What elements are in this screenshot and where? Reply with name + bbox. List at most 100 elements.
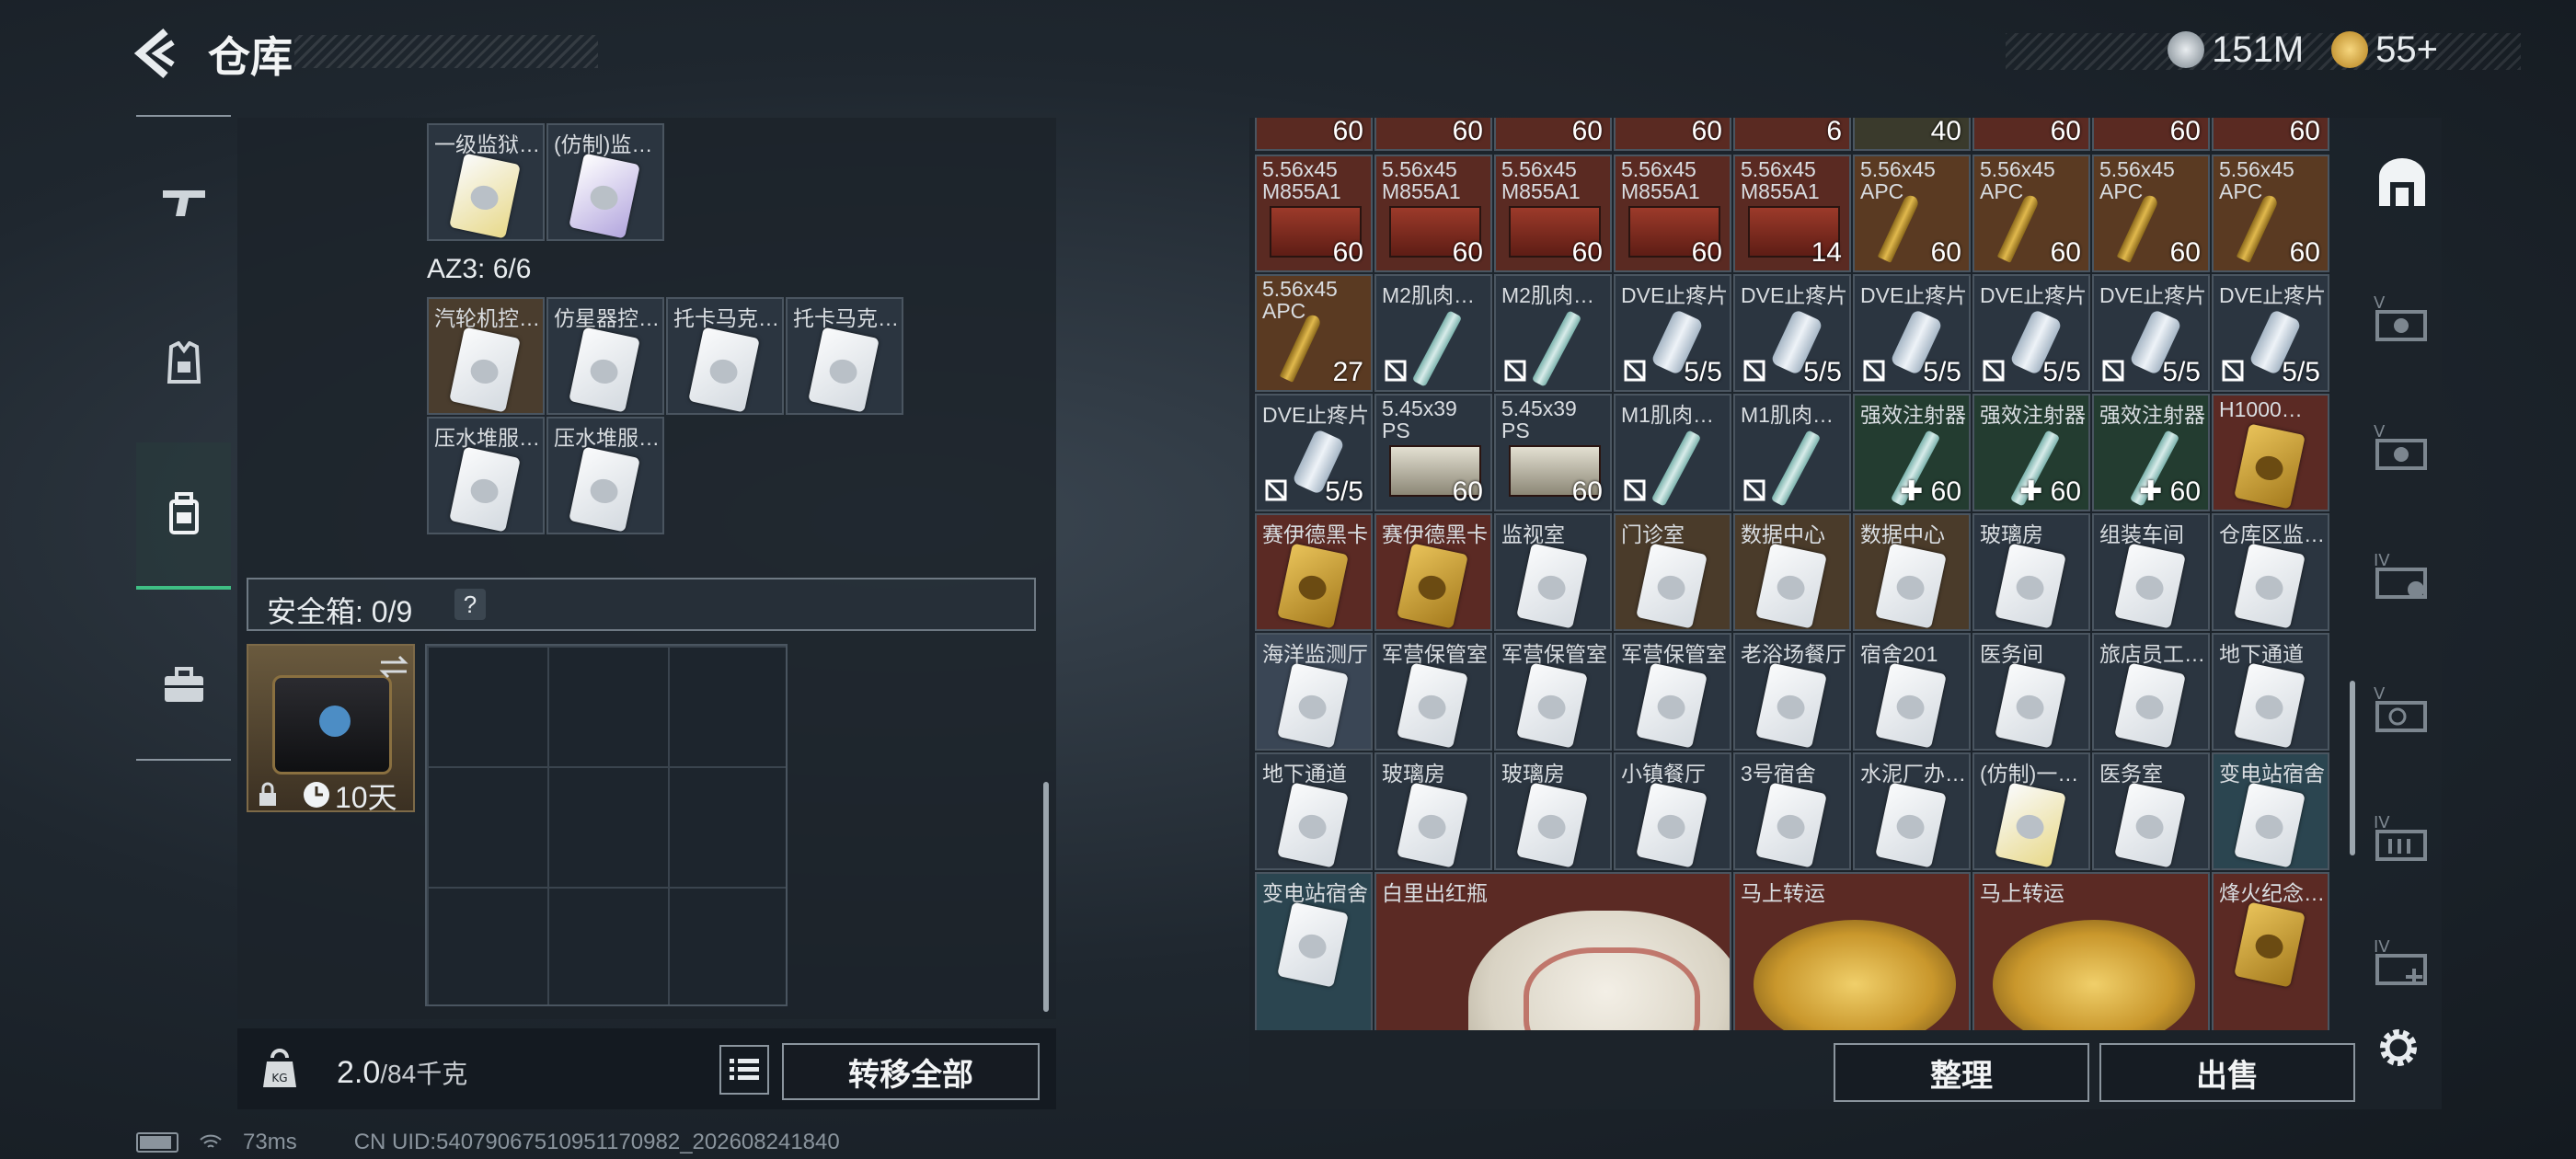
- backpack-item[interactable]: (仿制)监…: [546, 123, 664, 241]
- stash-item[interactable]: 强效注射器 ✚ 60: [2092, 394, 2210, 511]
- stash-add-icon[interactable]: IV: [2370, 934, 2434, 989]
- stash-item[interactable]: 地下通道: [1255, 752, 1373, 870]
- stash-item[interactable]: 医务间: [1972, 633, 2090, 751]
- stash-item[interactable]: 军营保管室: [1614, 633, 1731, 751]
- list-view-button[interactable]: [719, 1045, 769, 1095]
- stash-item[interactable]: 监视室: [1494, 513, 1612, 631]
- stash-v-icon[interactable]: V: [2370, 290, 2434, 345]
- stash-item[interactable]: DVE止疼片 5/5: [1853, 274, 1971, 392]
- stash-item[interactable]: 海洋监测厅: [1255, 633, 1373, 751]
- safe-box-grid[interactable]: [425, 644, 788, 1006]
- stash-item[interactable]: 玻璃房: [1494, 752, 1612, 870]
- stash-item[interactable]: 医务室: [2092, 752, 2210, 870]
- stash-item[interactable]: 赛伊德黑卡: [1374, 513, 1492, 631]
- stash-item[interactable]: 赛伊德黑卡: [1255, 513, 1373, 631]
- safe-box-item[interactable]: 10天: [247, 644, 415, 814]
- stash-item[interactable]: 5.56x45 APC 27: [1255, 274, 1373, 392]
- swap-icon[interactable]: [377, 653, 410, 681]
- stash-item[interactable]: 组装车间: [2092, 513, 2210, 631]
- stash-item[interactable]: 强效注射器 ✚ 60: [1972, 394, 2090, 511]
- stash-item[interactable]: 5.45x39 PS 60: [1374, 394, 1492, 511]
- backpack-item[interactable]: 一级监狱…: [427, 123, 545, 241]
- az3-item[interactable]: 托卡马克…: [786, 297, 903, 415]
- tab-briefcase[interactable]: [136, 612, 231, 759]
- stash-item[interactable]: 5.56x45 M855A1 14: [1733, 155, 1851, 272]
- stash-item[interactable]: 60: [2092, 118, 2210, 151]
- az3-item[interactable]: 托卡马克…: [666, 297, 784, 415]
- stash-item[interactable]: M2肌肉…: [1494, 274, 1612, 392]
- stash-item[interactable]: 5.56x45 M855A1 60: [1494, 155, 1612, 272]
- sell-button[interactable]: 出售: [2099, 1043, 2355, 1102]
- stash-item[interactable]: 白里出红瓶: [1374, 872, 1731, 1030]
- stash-item[interactable]: 马上转运: [1972, 872, 2210, 1030]
- stash-item[interactable]: 小镇餐厅: [1614, 752, 1731, 870]
- stash-item[interactable]: 40: [1853, 118, 1971, 151]
- item-count: 60: [1691, 118, 1722, 146]
- stash-item[interactable]: 60: [1614, 118, 1731, 151]
- stash-v2-icon[interactable]: V: [2370, 419, 2434, 474]
- stash-item[interactable]: 5.56x45 APC 60: [2092, 155, 2210, 272]
- stash-item[interactable]: 老浴场餐厅: [1733, 633, 1851, 751]
- stash-item[interactable]: M2肌肉…: [1374, 274, 1492, 392]
- stash-item[interactable]: DVE止疼片 5/5: [1733, 274, 1851, 392]
- stash-item[interactable]: DVE止疼片 5/5: [2092, 274, 2210, 392]
- stash-item[interactable]: 6: [1733, 118, 1851, 151]
- stash-item[interactable]: 马上转运: [1733, 872, 1971, 1030]
- stash-item[interactable]: 门诊室: [1614, 513, 1731, 631]
- stash-scrollbar[interactable]: [2350, 681, 2355, 855]
- left-scrollbar[interactable]: [1043, 782, 1049, 1012]
- stash-item[interactable]: DVE止疼片 5/5: [1972, 274, 2090, 392]
- az3-item[interactable]: 压水堆服…: [546, 417, 664, 534]
- stash-item[interactable]: 5.56x45 APC 60: [2212, 155, 2329, 272]
- stash-item[interactable]: 5.45x39 PS 60: [1494, 394, 1612, 511]
- stash-item[interactable]: 变电站宿舍: [1255, 872, 1373, 1030]
- stash-folder-icon[interactable]: IV: [2370, 809, 2434, 865]
- az3-item[interactable]: 压水堆服…: [427, 417, 545, 534]
- stash-item[interactable]: 60: [1255, 118, 1373, 151]
- tab-weapons[interactable]: [136, 128, 231, 275]
- stash-item[interactable]: 数据中心: [1733, 513, 1851, 631]
- stash-item[interactable]: 5.56x45 APC 60: [1853, 155, 1971, 272]
- stash-item[interactable]: 仓库区监…: [2212, 513, 2329, 631]
- stash-item[interactable]: 军营保管室: [1374, 633, 1492, 751]
- az3-item[interactable]: 汽轮机控…: [427, 297, 545, 415]
- az3-item[interactable]: 仿星器控…: [546, 297, 664, 415]
- sort-button[interactable]: 整理: [1834, 1043, 2089, 1102]
- stash-item[interactable]: 旅店员工…: [2092, 633, 2210, 751]
- settings-gear-icon[interactable]: [2374, 1023, 2423, 1073]
- stash-item[interactable]: (仿制)一…: [1972, 752, 2090, 870]
- stash-item[interactable]: 60: [2212, 118, 2329, 151]
- stash-item[interactable]: DVE止疼片 5/5: [2212, 274, 2329, 392]
- stash-item[interactable]: 5.56x45 M855A1 60: [1255, 155, 1373, 272]
- stash-item[interactable]: 烽火纪念…: [2212, 872, 2329, 1030]
- stash-item[interactable]: 强效注射器 ✚ 60: [1853, 394, 1971, 511]
- stash-item[interactable]: 军营保管室: [1494, 633, 1612, 751]
- tab-backpack[interactable]: [136, 442, 231, 590]
- stash-item[interactable]: 5.56x45 APC 60: [1972, 155, 2090, 272]
- tab-equipment[interactable]: [136, 290, 231, 437]
- transfer-all-button[interactable]: 转移全部: [782, 1043, 1040, 1100]
- stash-key-icon[interactable]: V: [2370, 681, 2434, 736]
- stash-item[interactable]: 5.56x45 M855A1 60: [1614, 155, 1731, 272]
- stash-item[interactable]: 玻璃房: [1972, 513, 2090, 631]
- back-arrow-icon[interactable]: [129, 26, 184, 81]
- stash-item[interactable]: 水泥厂办…: [1853, 752, 1971, 870]
- stash-item[interactable]: 数据中心: [1853, 513, 1971, 631]
- stash-item[interactable]: 60: [1494, 118, 1612, 151]
- stash-item[interactable]: 60: [1374, 118, 1492, 151]
- stash-item[interactable]: DVE止疼片 5/5: [1614, 274, 1731, 392]
- stash-item[interactable]: 变电站宿舍: [2212, 752, 2329, 870]
- stash-home-icon[interactable]: [2370, 156, 2434, 212]
- stash-item[interactable]: 地下通道: [2212, 633, 2329, 751]
- stash-iv-icon[interactable]: IV: [2370, 547, 2434, 602]
- stash-item[interactable]: M1肌肉…: [1614, 394, 1731, 511]
- stash-item[interactable]: 3号宿舍: [1733, 752, 1851, 870]
- stash-item[interactable]: 玻璃房: [1374, 752, 1492, 870]
- help-button[interactable]: ?: [454, 589, 486, 620]
- stash-item[interactable]: 宿舍201: [1853, 633, 1971, 751]
- stash-item[interactable]: H1000…: [2212, 394, 2329, 511]
- stash-item[interactable]: 60: [1972, 118, 2090, 151]
- stash-item[interactable]: DVE止疼片 5/5: [1255, 394, 1373, 511]
- stash-item[interactable]: 5.56x45 M855A1 60: [1374, 155, 1492, 272]
- stash-item[interactable]: M1肌肉…: [1733, 394, 1851, 511]
